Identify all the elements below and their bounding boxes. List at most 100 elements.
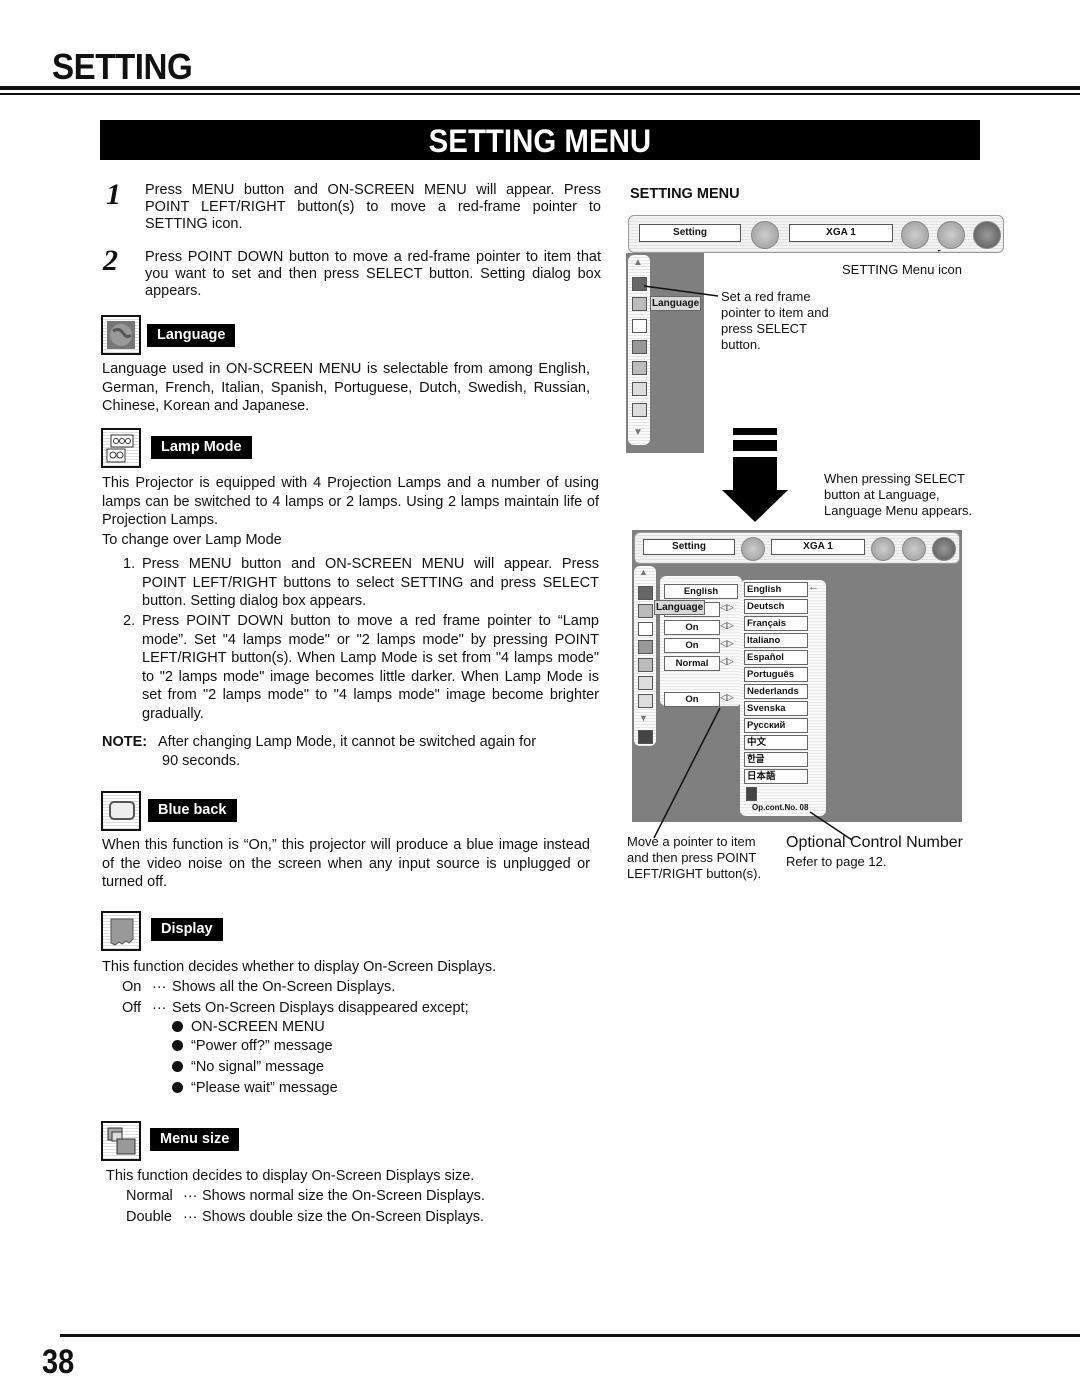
callout-move-pointer: Move a pointer to item and then press PO… xyxy=(627,834,762,881)
menu-size-item-icon[interactable] xyxy=(632,361,647,375)
display-item-icon[interactable] xyxy=(638,640,653,654)
callout-set-pointer: Set a red frame pointer to item and pres… xyxy=(721,289,829,352)
language-option[interactable]: Italiano xyxy=(744,633,808,648)
lamp-icon xyxy=(101,428,141,468)
bullet-icon xyxy=(172,1082,183,1093)
note-text-continued: 90 seconds. xyxy=(162,753,241,769)
step-number: 1 xyxy=(106,178,121,211)
screen-menu-icon[interactable] xyxy=(871,537,895,561)
item-icon[interactable] xyxy=(632,403,647,417)
source-label: XGA 1 xyxy=(789,224,893,242)
section-label-blue-back: Blue back xyxy=(148,799,237,822)
menu-bar: Setting XGA 1 xyxy=(634,532,960,564)
language-option[interactable]: Español xyxy=(744,650,808,665)
list-item: Press MENU button and ON-SCREEN MENU wil… xyxy=(142,556,599,609)
value-field-language[interactable]: English xyxy=(664,584,738,599)
note-label: NOTE: xyxy=(102,734,148,750)
callout-opcont-title: Optional Control Number xyxy=(786,834,963,851)
page-title: SETTING xyxy=(52,46,193,87)
bullet-icon xyxy=(172,1021,183,1032)
language-item-icon[interactable] xyxy=(638,586,653,600)
note-text: After changing Lamp Mode, it cannot be s… xyxy=(158,734,537,750)
value-panel: English ◁▷ On ◁▷ On ◁▷ Normal ◁▷ On ◁▷ xyxy=(660,576,742,707)
bullet-icon xyxy=(172,1061,183,1072)
display-icon xyxy=(101,911,141,951)
image-menu-icon[interactable] xyxy=(902,537,926,561)
blue-back-item-icon[interactable] xyxy=(632,319,647,333)
language-option[interactable]: Français xyxy=(744,616,808,631)
step-text: Press MENU button and ON-SCREEN MENU wil… xyxy=(145,182,601,232)
section-label-lamp-mode: Lamp Mode xyxy=(151,436,252,459)
item-icon[interactable] xyxy=(632,382,647,396)
scroll-down-icon[interactable]: ▼ xyxy=(633,427,643,438)
bullet-item: ON-SCREEN MENU xyxy=(172,1018,325,1037)
callout-opcont-sub: Refer to page 12. xyxy=(786,854,887,869)
section-banner: SETTING MENU xyxy=(100,120,980,160)
list-number: 2. xyxy=(123,613,136,629)
arrow-caption: When pressing SELECT button at Language,… xyxy=(824,471,973,518)
value-field-menu-size[interactable]: Normal xyxy=(664,656,720,671)
globe-icon xyxy=(101,315,141,355)
lamp-item-icon[interactable] xyxy=(638,604,653,618)
option-key: On xyxy=(122,979,142,995)
option-sep: ··· xyxy=(152,1000,167,1016)
image-menu-icon[interactable] xyxy=(937,221,965,249)
left-right-arrows-icon[interactable]: ◁▷ xyxy=(720,620,734,631)
callout-lines-2 xyxy=(653,707,853,841)
value-field-display[interactable]: On xyxy=(664,638,720,653)
option-key: Double xyxy=(126,1209,172,1225)
lamp-mode-description: This Projector is equipped with 4 Projec… xyxy=(102,475,599,528)
menu-tab-setting[interactable]: Setting xyxy=(639,224,741,242)
setting-menu-icon[interactable] xyxy=(932,537,956,561)
language-description: Language used in ON-SCREEN MENU is selec… xyxy=(102,361,590,414)
list-item: Press POINT DOWN button to move a red fr… xyxy=(142,613,599,722)
tooltip-language: Language xyxy=(654,600,706,615)
menu-size-icon xyxy=(101,1121,141,1161)
blue-back-icon xyxy=(101,791,141,831)
left-right-arrows-icon[interactable]: ◁▷ xyxy=(720,638,734,649)
lamp-mode-subheading: To change over Lamp Mode xyxy=(102,532,282,548)
bullet-item: “No signal” message xyxy=(172,1058,324,1077)
option-desc: Shows double size the On-Screen Displays… xyxy=(202,1209,485,1225)
bullet-item: “Power off?” message xyxy=(172,1037,333,1056)
option-desc: Shows normal size the On-Screen Displays… xyxy=(202,1188,485,1204)
scroll-up-icon[interactable]: ▲ xyxy=(639,567,648,577)
figure-heading: SETTING MENU xyxy=(630,186,740,202)
option-key: Normal xyxy=(126,1188,173,1204)
section-label-menu-size: Menu size xyxy=(150,1128,240,1151)
menu-size-item-icon[interactable] xyxy=(638,658,653,672)
blue-back-item-icon[interactable] xyxy=(638,622,653,636)
input-icon[interactable] xyxy=(751,221,779,249)
option-desc: Sets On-Screen Displays disappeared exce… xyxy=(172,1000,469,1016)
option-key: Off xyxy=(122,1000,142,1016)
input-icon[interactable] xyxy=(741,537,765,561)
language-option[interactable]: Português xyxy=(744,667,808,682)
screen-menu-icon[interactable] xyxy=(901,221,929,249)
section-label-language: Language xyxy=(147,324,236,347)
menu-bar: Setting XGA 1 xyxy=(628,215,1004,253)
header-rule xyxy=(0,86,1080,90)
menu-tab-setting[interactable]: Setting xyxy=(643,539,735,555)
bullet-icon xyxy=(172,1040,183,1051)
value-field-blue-back[interactable]: On xyxy=(664,620,720,635)
section-label-display: Display xyxy=(151,918,223,941)
language-option[interactable]: Deutsch xyxy=(744,599,808,614)
option-sep: ··· xyxy=(183,1209,198,1225)
setting-menu-icon[interactable] xyxy=(973,221,1001,249)
display-item-icon[interactable] xyxy=(632,340,647,354)
option-sep: ··· xyxy=(152,979,167,995)
page-number: 38 xyxy=(42,1343,75,1381)
left-right-arrows-icon[interactable]: ◁▷ xyxy=(720,602,734,613)
step-text: Press POINT DOWN button to move a red-fr… xyxy=(145,249,601,299)
blue-back-description: When this function is “On,” this project… xyxy=(102,837,590,890)
menu-size-description: This function decides to display On-Scre… xyxy=(106,1168,475,1184)
banner-title: SETTING MENU xyxy=(428,123,652,159)
language-option[interactable]: English xyxy=(744,582,808,597)
step-number: 2 xyxy=(103,244,118,277)
down-arrow-icon xyxy=(722,428,788,522)
item-icon[interactable] xyxy=(638,676,653,690)
option-desc: Shows all the On-Screen Displays. xyxy=(172,979,396,995)
left-right-arrows-icon[interactable]: ◁▷ xyxy=(720,656,734,667)
header-rule-thin xyxy=(0,93,1080,95)
callout-setting-icon: SETTING Menu icon xyxy=(842,262,962,277)
